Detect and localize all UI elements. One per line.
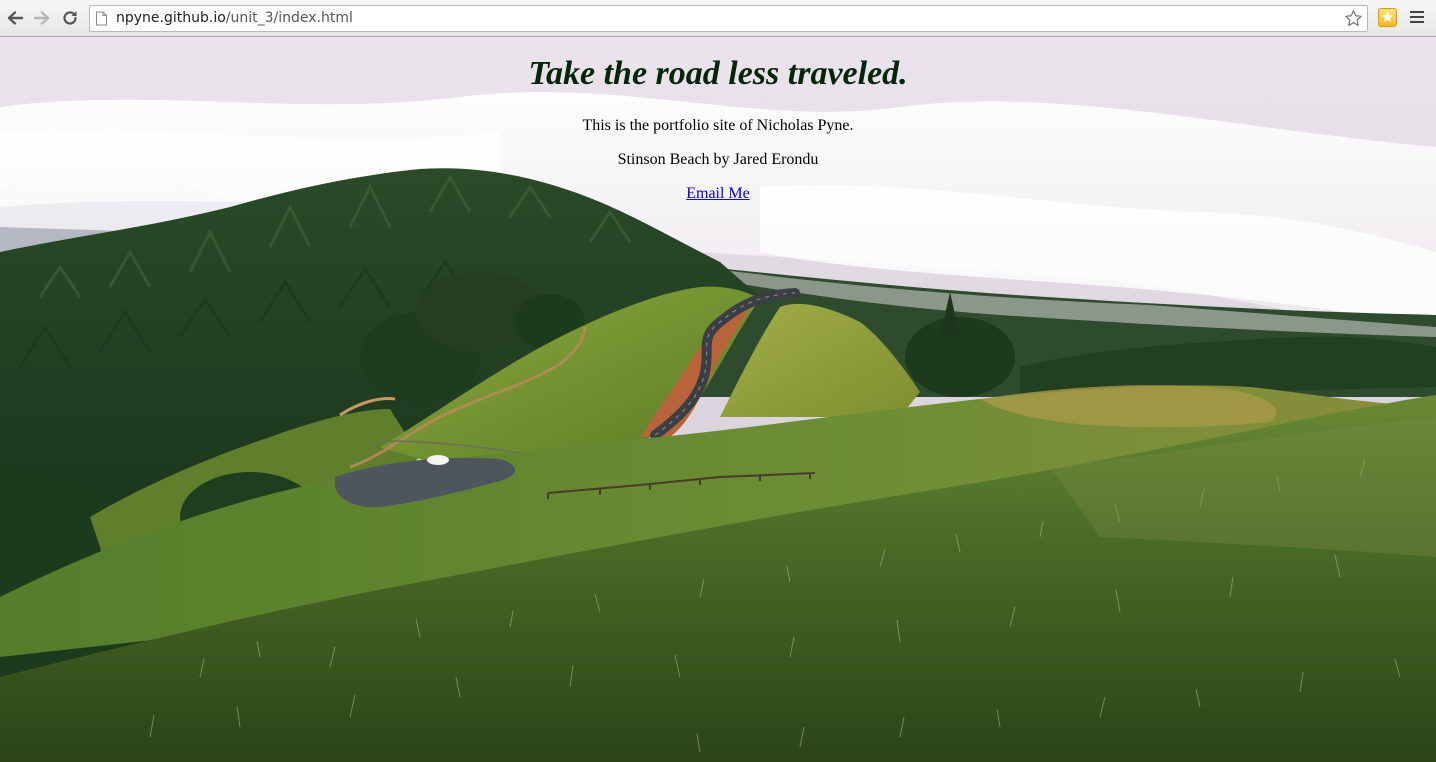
reload-icon [63,11,77,25]
page-viewport: Take the road less traveled. This is the… [0,37,1436,762]
star-icon[interactable] [1344,9,1363,28]
url-host: npyne.github.io [116,10,226,26]
email-me-link[interactable]: Email Me [686,185,750,202]
back-button[interactable] [3,6,27,30]
email-paragraph: Email Me [0,185,1436,203]
address-bar[interactable]: npyne.github.io/unit_3/index.html [89,5,1368,32]
menu-icon[interactable] [1410,11,1424,26]
portfolio-tagline: This is the portfolio site of Nicholas P… [582,117,854,134]
extension-glyph [1382,11,1393,22]
forward-arrow-icon [33,11,50,25]
url-text[interactable]: npyne.github.io/unit_3/index.html [116,6,353,31]
url-path: /unit_3/index.html [225,10,353,26]
page-icon [96,11,107,26]
background-landscape-image [0,37,1436,762]
forward-button[interactable] [30,6,54,30]
reload-button[interactable] [58,6,82,30]
extension-icon[interactable] [1378,8,1397,27]
back-arrow-icon [7,11,24,25]
page-heading: Take the road less traveled. [528,55,908,92]
photo-credit: Stinson Beach by Jared Erondu [617,151,819,168]
browser-toolbar: npyne.github.io/unit_3/index.html [0,0,1436,37]
